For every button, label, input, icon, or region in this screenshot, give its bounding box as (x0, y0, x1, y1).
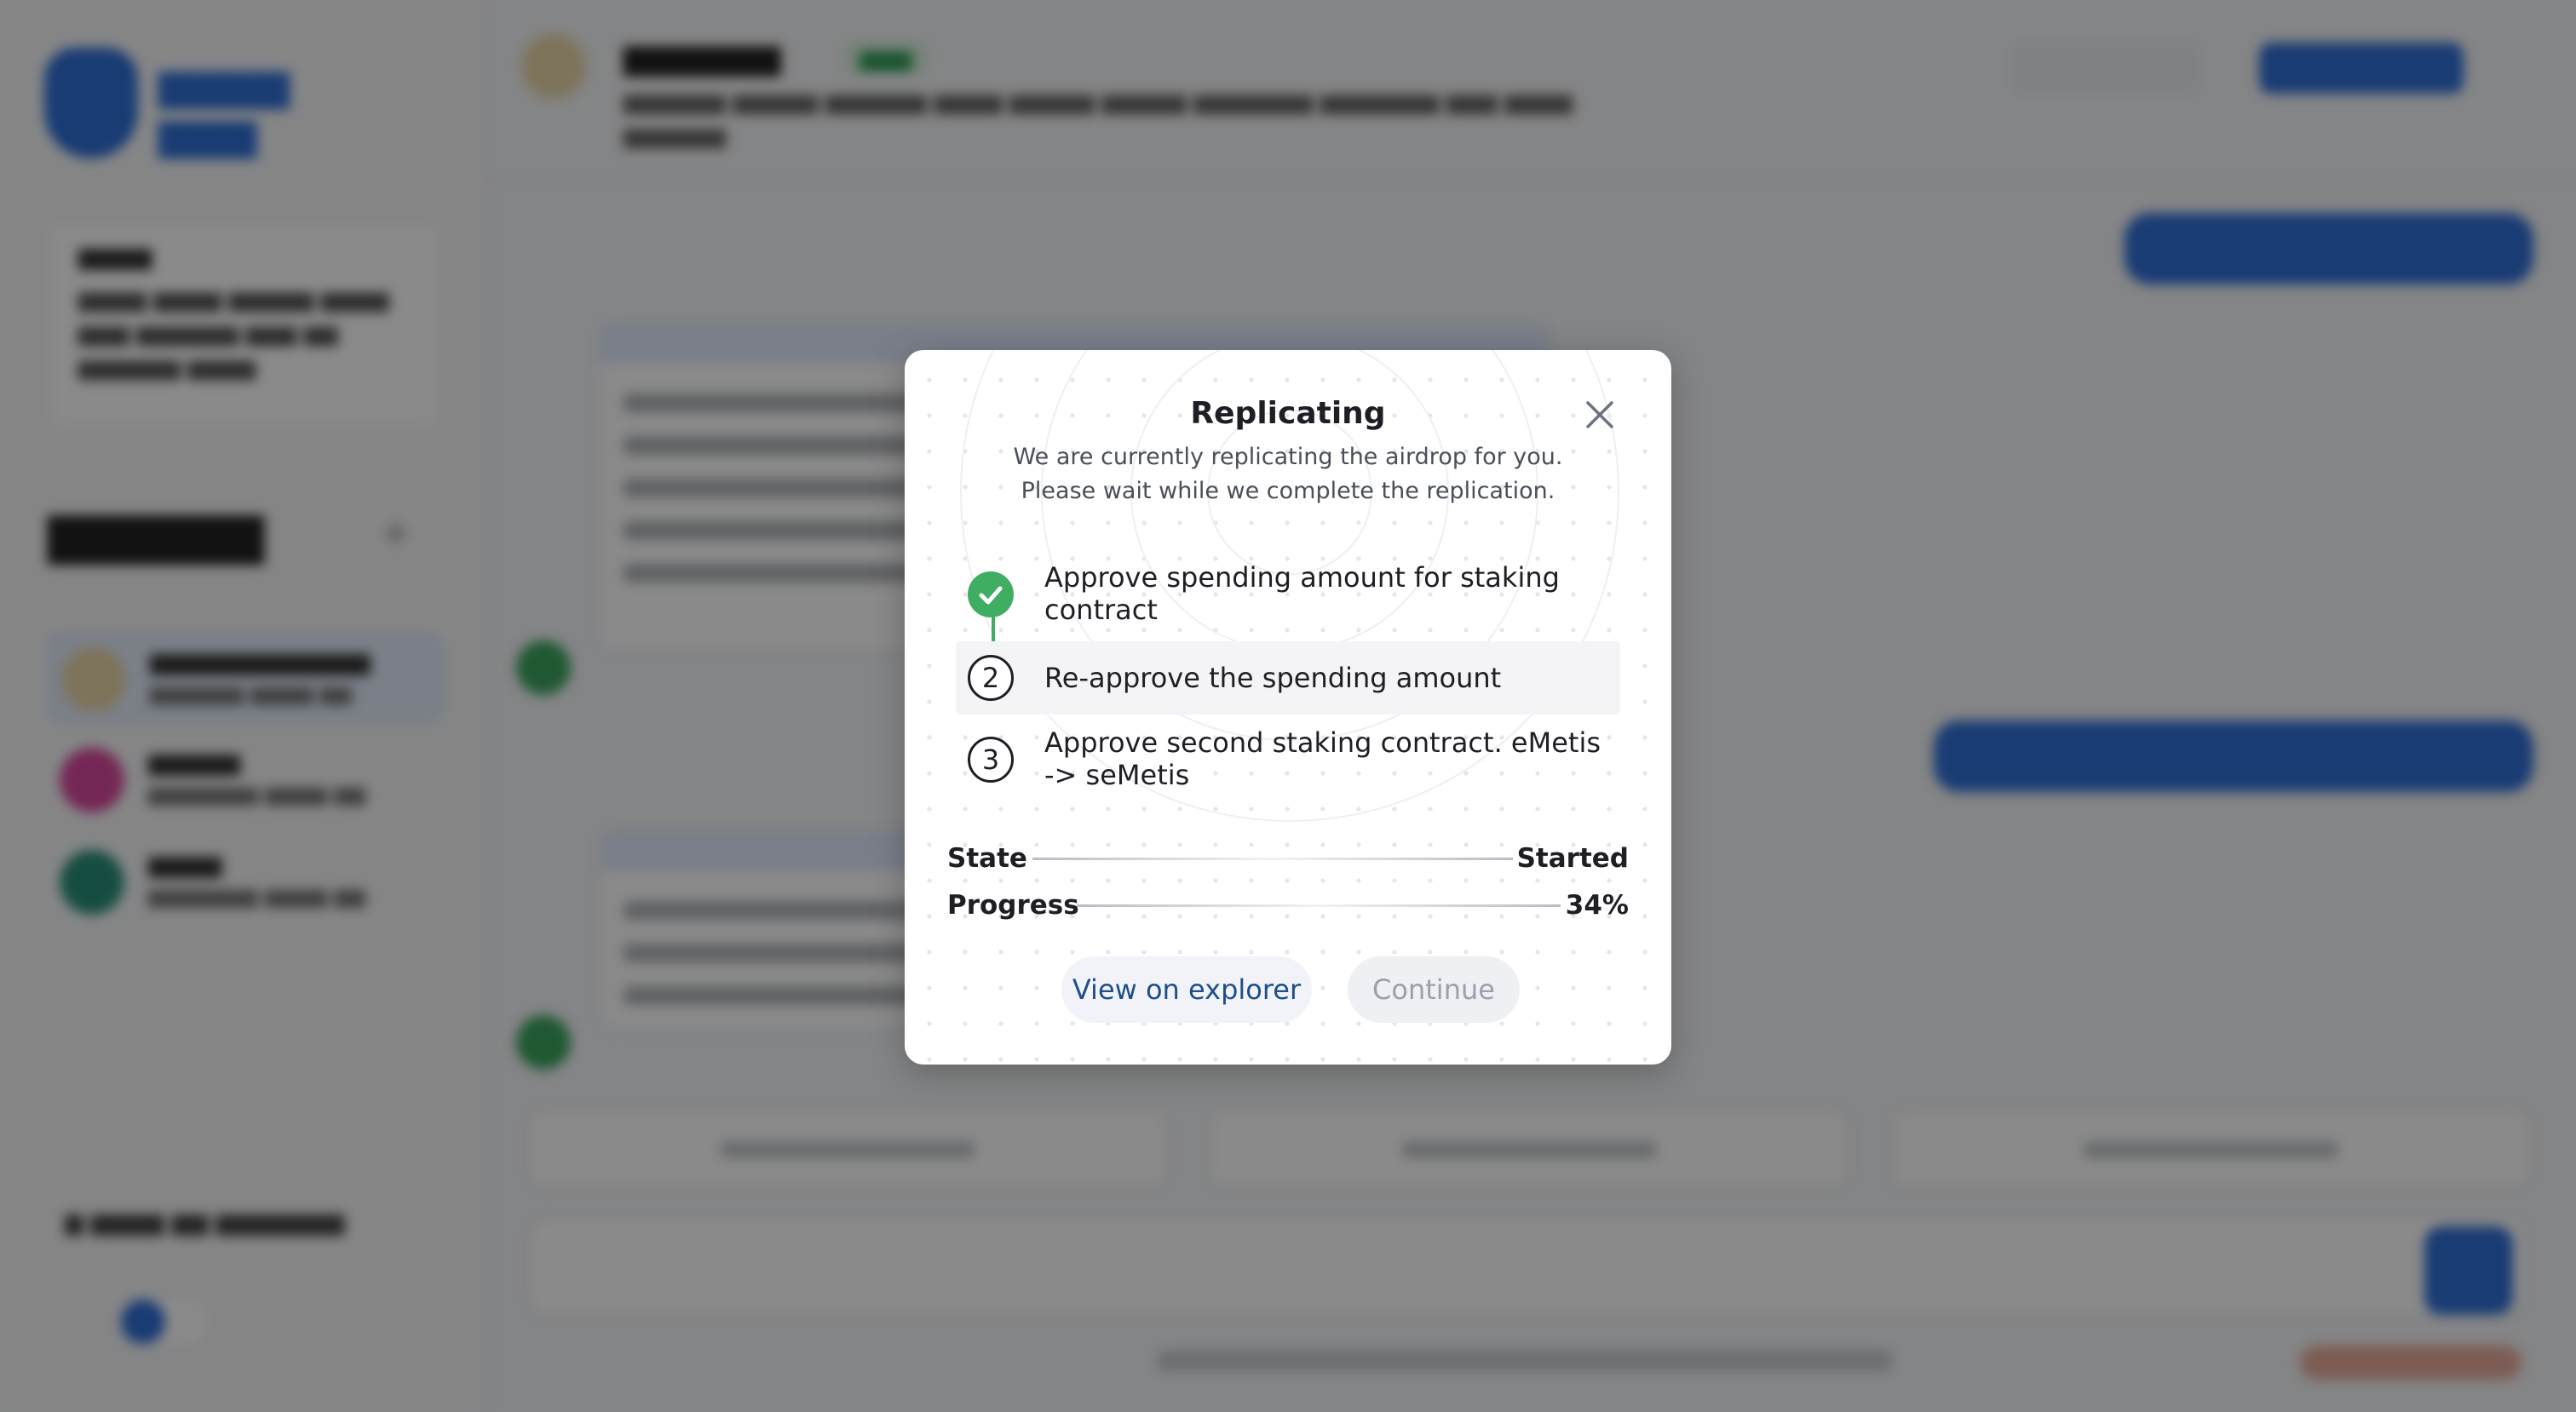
state-divider (1032, 858, 1513, 860)
progress-label: Progress (947, 890, 1079, 921)
step-number: 3 (968, 737, 1014, 783)
step-label: Re-approve the spending amount (1044, 662, 1502, 694)
modal-subtitle: We are currently replicating the airdrop… (973, 440, 1603, 508)
progress-value: 34% (1565, 890, 1629, 921)
step-number: 2 (968, 655, 1014, 701)
progress-row: Progress 34% (947, 888, 1629, 922)
step-label: Approve second staking contract. eMetis … (1044, 726, 1601, 791)
modal-subtitle-line: Please wait while we complete the replic… (1021, 478, 1555, 504)
state-row: State Started (947, 841, 1629, 875)
close-icon (1586, 401, 1613, 428)
replicating-modal: Replicating We are currently replicating… (905, 350, 1671, 1065)
progress-divider (1077, 904, 1561, 907)
step-status (968, 571, 1014, 617)
step-item-2: 2 Re-approve the spending amount (956, 641, 1620, 715)
step-label: Approve spending amount for staking cont… (1044, 561, 1560, 626)
continue-button[interactable]: Continue (1348, 956, 1520, 1023)
state-label: State (947, 843, 1027, 874)
modal-title: Replicating (1190, 396, 1386, 431)
step-item-1: Approve spending amount for staking cont… (956, 554, 1620, 640)
close-button[interactable] (1579, 394, 1620, 435)
step-item-3: 3 Approve second staking contract. eMeti… (956, 718, 1620, 803)
state-value: Started (1516, 843, 1629, 874)
view-on-explorer-button[interactable]: View on explorer (1061, 956, 1312, 1023)
modal-subtitle-line: We are currently replicating the airdrop… (1013, 444, 1563, 470)
check-icon (979, 586, 1003, 605)
